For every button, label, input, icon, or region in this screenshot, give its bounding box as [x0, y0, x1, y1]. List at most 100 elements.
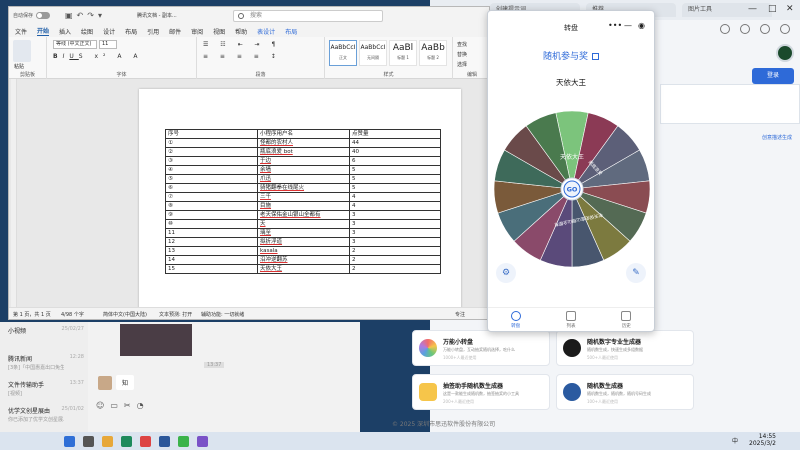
- table-cell[interactable]: 璃至: [257, 228, 350, 238]
- tab-table-design[interactable]: 表设计: [257, 27, 275, 36]
- table-cell[interactable]: ②: [165, 147, 258, 157]
- close-icon[interactable]: ◉: [638, 21, 645, 30]
- table-cell[interactable]: 天依大王: [257, 264, 350, 274]
- table-row[interactable]: ③ 于边 6: [165, 156, 441, 166]
- paste-icon[interactable]: [13, 40, 31, 62]
- table-cell[interactable]: 6: [349, 156, 441, 166]
- table-cell[interactable]: 5: [349, 183, 441, 193]
- word-count[interactable]: 4/98 个字: [61, 311, 84, 318]
- table-cell[interactable]: 于边: [257, 156, 350, 166]
- table-cell[interactable]: 瓶底浪爱 bot: [257, 147, 350, 157]
- font-name-select[interactable]: 等线 (中文正文): [53, 40, 97, 49]
- table-cell[interactable]: ⑧: [165, 201, 258, 211]
- table-cell[interactable]: 小程序用户名: [257, 129, 350, 139]
- history-icon[interactable]: ◔: [137, 401, 144, 410]
- page-count[interactable]: 第 1 页，共 1 页: [13, 311, 51, 318]
- tool-card[interactable]: 万能小转盘 万能小转盘，互动抽奖随机选择，吃什么 1000+人最近使用: [412, 330, 550, 366]
- search-icon[interactable]: [83, 435, 94, 447]
- table-row[interactable]: ⑨ 老天保佑金山银山全都有 3: [165, 210, 441, 220]
- table-cell[interactable]: ③: [165, 156, 258, 166]
- table-cell[interactable]: 5: [349, 174, 441, 184]
- table-cell[interactable]: ⑤: [165, 174, 258, 184]
- close-icon[interactable]: ✕: [786, 4, 794, 14]
- quick-access-toolbar[interactable]: ▣↶↷▾: [65, 11, 106, 20]
- tab-view[interactable]: 视图: [213, 27, 225, 36]
- table-cell[interactable]: 3: [349, 210, 441, 220]
- table-row[interactable]: ⑧ 目施 4: [165, 201, 441, 211]
- table-cell[interactable]: 40: [349, 147, 441, 157]
- table-row[interactable]: ⑦ 三千 4: [165, 192, 441, 202]
- table-cell[interactable]: kasala: [257, 246, 350, 256]
- select-button[interactable]: 选择: [457, 60, 467, 70]
- table-cell[interactable]: 2: [349, 255, 441, 265]
- language-status[interactable]: 简体中文(中国大陆): [103, 311, 147, 318]
- start-icon[interactable]: [64, 435, 75, 447]
- table-row[interactable]: 12 拟折浮道 3: [165, 237, 441, 247]
- table-cell[interactable]: 爪迅: [257, 174, 350, 184]
- style-normal[interactable]: AaBbCcI 正文: [329, 40, 357, 66]
- tab-draw[interactable]: 绘图: [81, 27, 93, 36]
- search-input[interactable]: 搜索: [233, 10, 383, 22]
- table-cell[interactable]: 12: [165, 237, 258, 247]
- table-cell[interactable]: 序号: [165, 129, 258, 139]
- file-explorer-icon[interactable]: [102, 435, 113, 447]
- table-cell[interactable]: 3: [349, 237, 441, 247]
- nav-wheel[interactable]: 转盘: [488, 308, 543, 331]
- table-cell[interactable]: 三千: [257, 192, 350, 202]
- accessibility-status[interactable]: 辅助功能: 一切就绪: [201, 311, 244, 318]
- list-item[interactable]: 小视频 25/02/27: [2, 324, 88, 348]
- table-cell[interactable]: ④: [165, 165, 258, 175]
- extension-icon[interactable]: [720, 24, 730, 34]
- style-heading-1[interactable]: AaBl 标题 1: [389, 40, 417, 66]
- input-method[interactable]: 中: [732, 436, 738, 445]
- favorites-icon[interactable]: [740, 24, 750, 34]
- font-size-select[interactable]: 11: [99, 40, 117, 49]
- user-avatar[interactable]: [776, 44, 794, 62]
- table-cell[interactable]: 14: [165, 255, 258, 265]
- table-row[interactable]: ⑤ 爪迅 5: [165, 174, 441, 184]
- table-row[interactable]: 13 kasala 2: [165, 246, 441, 256]
- tool-card[interactable]: 抽签助手随机数生成器 这是一款能生成随机数，抽签抽奖的小工具 200+人最近使用: [412, 374, 550, 410]
- login-button[interactable]: 登录: [752, 68, 794, 84]
- tab-design[interactable]: 设计: [103, 27, 115, 36]
- list-item[interactable]: 文件传输助手 [视频] 13:37: [2, 378, 88, 402]
- table-cell[interactable]: ①: [165, 138, 258, 148]
- list-item[interactable]: 腾讯新闻 [3条]「中国惠嘉出口免生... 12:28: [2, 352, 88, 376]
- app-icon[interactable]: [140, 435, 151, 447]
- table-row[interactable]: 11 璃至 3: [165, 228, 441, 238]
- chat-image[interactable]: [120, 324, 192, 356]
- table-row[interactable]: 14 沿冲逆翻苏 2: [165, 255, 441, 265]
- system-clock[interactable]: 14:55 2025/3/2: [749, 433, 776, 447]
- minimize-icon[interactable]: —: [748, 4, 757, 14]
- table-cell[interactable]: 4: [349, 201, 441, 211]
- avatar[interactable]: [98, 376, 112, 390]
- user-table[interactable]: 序号 小程序用户名 点赞量 ① 怪都的农村人 44 ② 瓶底浪爱 bot 40 ③ 于边 6 ④ 余墙 5 ⑤…: [165, 129, 441, 274]
- table-cell[interactable]: 老天保佑金山银山全都有: [257, 210, 350, 220]
- edit-button[interactable]: ✎: [626, 263, 646, 283]
- tab-layout[interactable]: 布局: [125, 27, 137, 36]
- format-buttons[interactable]: BIUS x² A A: [53, 53, 142, 60]
- document-name[interactable]: 腾讯文档 - 副本...: [137, 12, 177, 19]
- emoji-icon[interactable]: ☺: [96, 401, 104, 410]
- table-cell[interactable]: 沿冲逆翻苏: [257, 255, 350, 265]
- table-cell[interactable]: 骑猪翻拳在线尾火: [257, 183, 350, 193]
- table-row[interactable]: ① 怪都的农村人 44: [165, 138, 441, 148]
- more-icon[interactable]: •••: [608, 21, 622, 30]
- table-cell[interactable]: 点赞量: [349, 129, 441, 139]
- table-cell[interactable]: ⑩: [165, 219, 258, 229]
- browser-icon[interactable]: [121, 435, 132, 447]
- style-heading-2[interactable]: AaBb 标题 2: [419, 40, 447, 66]
- table-row[interactable]: ④ 余墙 5: [165, 165, 441, 175]
- table-row[interactable]: ⑥ 骑猪翻拳在线尾火 5: [165, 183, 441, 193]
- table-cell[interactable]: 余墙: [257, 165, 350, 175]
- document-page[interactable]: 序号 小程序用户名 点赞量 ① 怪都的农村人 44 ② 瓶底浪爱 bot 40 ③ 于边 6 ④ 余墙 5 ⑤…: [139, 89, 461, 309]
- minimize-icon[interactable]: —: [624, 21, 632, 30]
- tab-mailings[interactable]: 邮件: [169, 27, 181, 36]
- paste-button[interactable]: 粘贴: [14, 63, 24, 70]
- folder-icon[interactable]: ▭: [110, 401, 118, 410]
- text-predict-status[interactable]: 文本预测: 打开: [159, 311, 192, 318]
- collections-icon[interactable]: [760, 24, 770, 34]
- find-button[interactable]: 查找: [457, 40, 467, 50]
- table-row[interactable]: ⑩天3: [165, 219, 441, 229]
- table-cell[interactable]: 4: [349, 192, 441, 202]
